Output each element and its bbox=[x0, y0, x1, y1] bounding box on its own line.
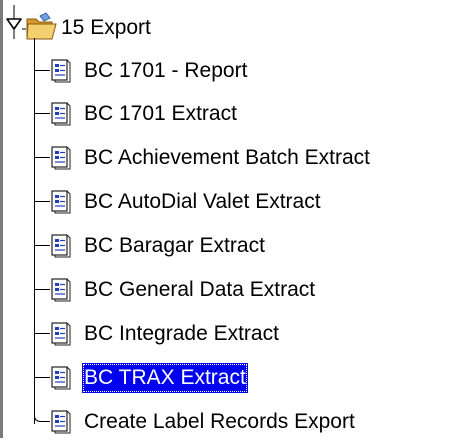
tree-node-bc-achievement-batch-extract[interactable]: BC Achievement Batch Extract bbox=[34, 139, 444, 177]
tree-connector bbox=[34, 289, 50, 290]
tree-node-label: Create Label Records Export bbox=[84, 410, 355, 433]
report-document-icon bbox=[51, 410, 71, 434]
tree-node-bc-trax-extract[interactable]: BC TRAX Extract bbox=[34, 359, 444, 397]
tree-node-bc-1701-report[interactable]: BC 1701 - Report bbox=[34, 52, 444, 90]
tree-node-label: BC AutoDial Valet Extract bbox=[84, 190, 321, 213]
tree-connector bbox=[34, 113, 50, 114]
tree-node-bc-autodial-valet-extract[interactable]: BC AutoDial Valet Extract bbox=[34, 183, 444, 221]
tree-connector bbox=[34, 245, 50, 246]
report-document-icon bbox=[51, 59, 71, 83]
tree-connector bbox=[34, 70, 50, 71]
tree-connector bbox=[34, 157, 50, 158]
tree-connector-corner bbox=[34, 403, 50, 422]
report-document-icon bbox=[51, 190, 71, 214]
tree-node-bc-general-data-extract[interactable]: BC General Data Extract bbox=[34, 271, 444, 309]
tree-connector bbox=[34, 377, 50, 378]
report-document-icon bbox=[51, 322, 71, 346]
tree-node-label: BC 1701 - Report bbox=[84, 59, 248, 82]
open-folder-icon bbox=[22, 12, 57, 40]
tree-node-bc-baragar-extract[interactable]: BC Baragar Extract bbox=[34, 227, 444, 265]
tree-node-label-selected: BC TRAX Extract bbox=[82, 363, 248, 393]
report-document-icon bbox=[51, 234, 71, 258]
tree-node-label: BC Achievement Batch Extract bbox=[84, 146, 370, 169]
tree-connector bbox=[34, 333, 50, 334]
tree-node-label: BC Baragar Extract bbox=[84, 234, 265, 257]
tree-node-label: BC Integrade Extract bbox=[84, 322, 279, 345]
tree-node-label: 15 Export bbox=[61, 16, 151, 39]
tree-node-create-label-records-export[interactable]: Create Label Records Export bbox=[34, 403, 444, 441]
tree-node-label: BC 1701 Extract bbox=[84, 102, 237, 125]
expanded-toggle-icon[interactable] bbox=[5, 5, 23, 39]
tree-connector bbox=[34, 201, 50, 202]
report-document-icon bbox=[51, 102, 71, 126]
report-document-icon bbox=[51, 146, 71, 170]
tree-node-bc-integrade-extract[interactable]: BC Integrade Extract bbox=[34, 315, 444, 353]
tree-node-label: BC General Data Extract bbox=[84, 278, 316, 301]
report-document-icon bbox=[51, 278, 71, 302]
export-tree: 15 Export BC 1701 - Report BC 1701 Extra… bbox=[0, 0, 450, 438]
report-document-icon bbox=[51, 366, 71, 390]
tree-node-bc-1701-extract[interactable]: BC 1701 Extract bbox=[34, 95, 444, 133]
